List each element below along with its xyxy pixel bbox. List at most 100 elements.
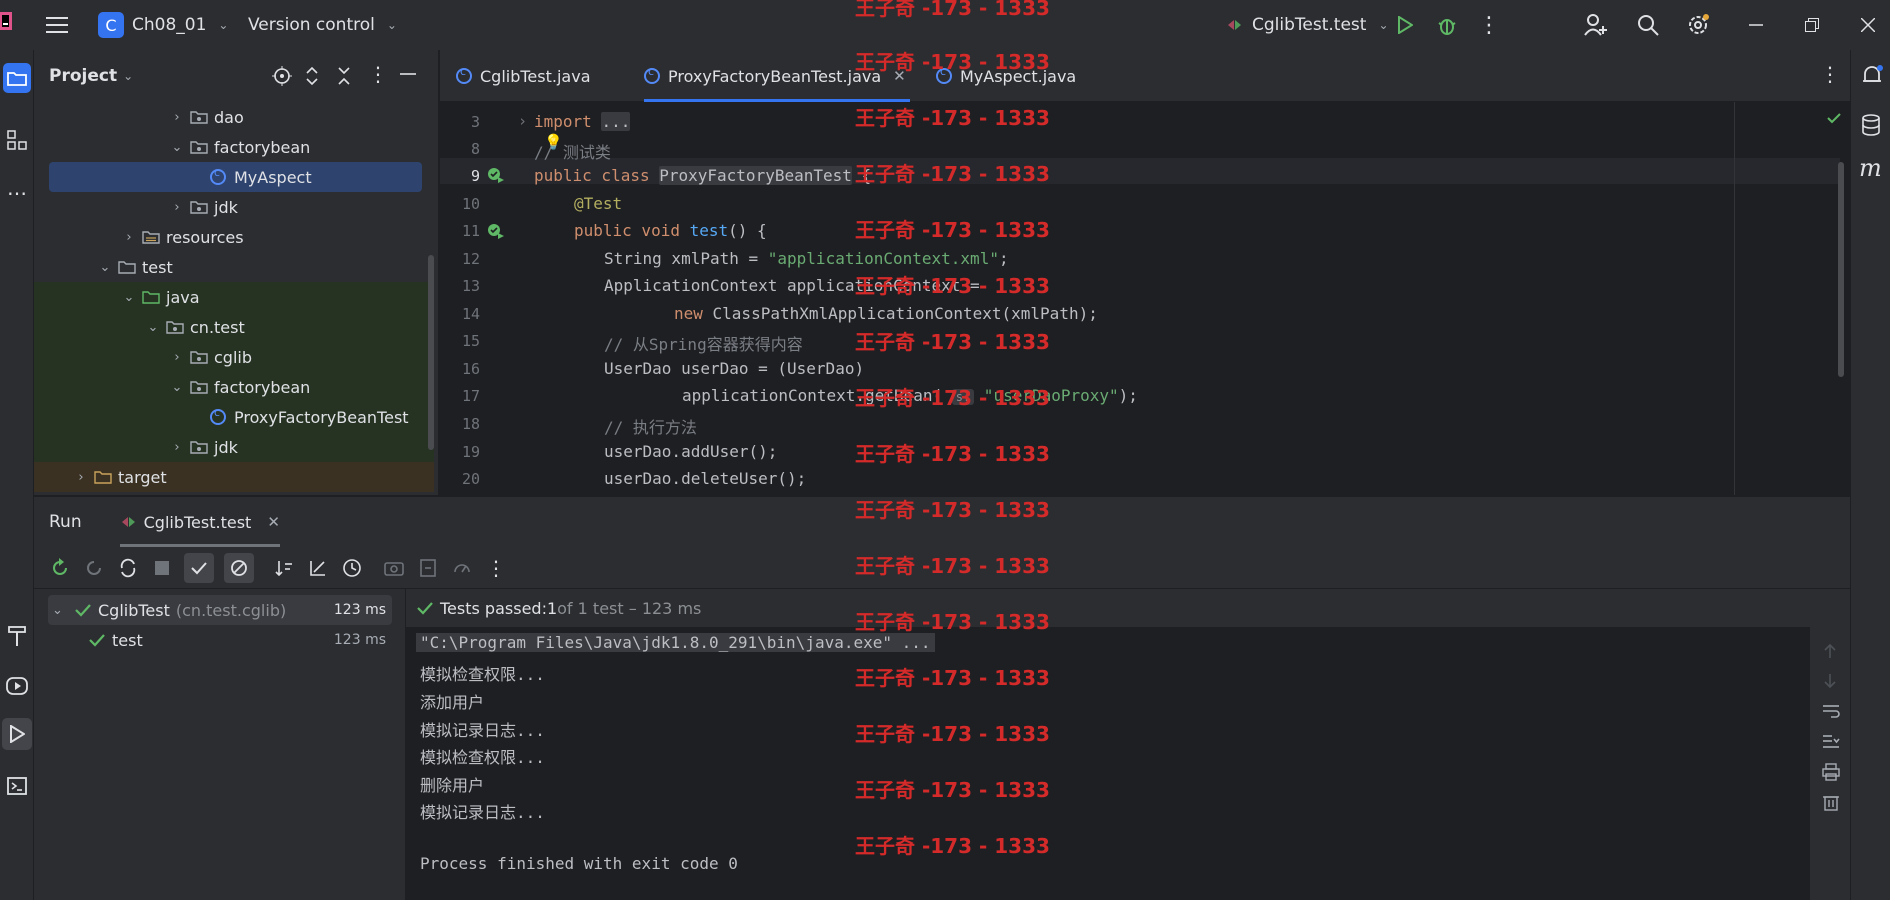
tree-item-myaspect[interactable]: MyAspect [49, 162, 422, 192]
up-arrow-icon[interactable] [1822, 643, 1838, 663]
test-case-row[interactable]: test 123 ms [48, 625, 392, 655]
chevron-right-icon[interactable]: › [170, 350, 184, 365]
more-tools-icon[interactable]: … [0, 168, 34, 208]
rerun-failed-icon[interactable] [82, 556, 106, 580]
run-test-gutter-icon[interactable] [486, 166, 506, 188]
run-config-selector[interactable]: CglibTest.test ⌄ [1220, 7, 1395, 43]
folder-icon [118, 261, 136, 274]
run-tool-icon[interactable] [0, 714, 34, 754]
tree-item-dao[interactable]: › dao [34, 102, 434, 132]
clear-trash-icon[interactable] [1822, 793, 1840, 815]
code-comment: // 从Spring容器获得内容 [604, 335, 803, 354]
package-icon [190, 351, 208, 364]
chevron-down-icon[interactable]: ⌄ [170, 380, 184, 395]
inspection-ok-check-icon[interactable] [1826, 110, 1842, 129]
chevron-right-icon[interactable]: › [170, 110, 184, 125]
tree-item-java[interactable]: ⌄ java [34, 282, 434, 312]
project-scrollbar[interactable] [428, 255, 434, 450]
run-test-gutter-icon[interactable] [486, 222, 506, 244]
export-icon[interactable] [416, 556, 440, 580]
tree-item-jdk[interactable]: › jdk [34, 192, 434, 222]
tree-item-factorybean[interactable]: ⌄ factorybean [34, 132, 434, 162]
chevron-down-icon[interactable]: ⌄ [123, 69, 133, 83]
test-suite-row[interactable]: ⌄ CglibTest (cn.test.cglib) 123 ms [48, 595, 392, 625]
hide-panel-icon[interactable] [400, 62, 416, 86]
intention-bulb-icon[interactable]: 💡 [544, 133, 563, 151]
stop-icon[interactable] [150, 556, 174, 580]
class-name: ProxyFactoryBeanTest [659, 166, 852, 185]
close-window-icon[interactable] [1850, 5, 1886, 45]
tree-item-resources[interactable]: › resources [34, 222, 434, 252]
sort-icon[interactable] [272, 556, 296, 580]
main-menu-icon[interactable] [42, 5, 72, 45]
tree-item-factorybean-test[interactable]: ⌄ factorybean [34, 372, 434, 402]
show-passed-check-icon[interactable] [184, 552, 214, 583]
line-number: 10 [461, 195, 480, 213]
more-options-icon[interactable]: ⋮ [484, 556, 508, 580]
build-icon[interactable] [0, 616, 34, 656]
project-selector[interactable]: C Ch08_01 ⌄ [92, 7, 234, 43]
soft-wrap-icon[interactable] [1822, 703, 1840, 723]
tree-item-test[interactable]: ⌄ test [34, 252, 434, 282]
chevron-right-icon[interactable]: › [74, 470, 88, 485]
tree-item-label: ProxyFactoryBeanTest [234, 407, 409, 427]
toggle-auto-test-icon[interactable] [116, 556, 140, 580]
more-actions-icon[interactable]: ⋮ [1474, 5, 1504, 45]
services-icon[interactable] [0, 666, 34, 706]
locate-icon[interactable] [272, 66, 292, 90]
code-editor[interactable]: 3 8 9 10 11 12 13 14 15 16 17 18 19 20 ›… [440, 102, 1850, 495]
collapse-all-icon[interactable] [336, 66, 352, 90]
fold-chevron-icon[interactable]: › [518, 112, 527, 130]
run-icon[interactable] [1390, 5, 1420, 45]
chevron-right-icon[interactable]: › [170, 440, 184, 455]
chevron-down-icon[interactable]: ⌄ [98, 260, 112, 275]
editor-scrollbar[interactable] [1838, 162, 1844, 377]
minimize-icon[interactable] [1738, 5, 1774, 45]
maven-icon[interactable]: m [1859, 154, 1882, 182]
history-clock-icon[interactable] [340, 556, 364, 580]
restore-icon[interactable] [1794, 5, 1830, 45]
import-tests-icon[interactable] [306, 556, 330, 580]
notifications-bell-icon[interactable] [1860, 64, 1884, 92]
tree-item-proxyfactorybeantest[interactable]: ProxyFactoryBeanTest [34, 402, 434, 432]
chevron-right-icon[interactable]: › [122, 230, 136, 245]
debug-icon[interactable] [1432, 5, 1462, 45]
options-icon[interactable]: ⋮ [368, 62, 388, 86]
chevron-down-icon[interactable]: ⌄ [52, 603, 68, 618]
code-text: ); [1118, 386, 1138, 405]
chevron-down-icon[interactable]: ⌄ [122, 290, 136, 305]
tree-item-cglib[interactable]: › cglib [34, 342, 434, 372]
structure-icon[interactable] [0, 120, 34, 160]
down-arrow-icon[interactable] [1822, 673, 1838, 693]
add-user-icon[interactable] [1580, 5, 1612, 45]
watermark-text: 王子奇 -173 - 1333 [855, 330, 1050, 354]
vcs-selector[interactable]: Version control ⌄ [242, 7, 403, 43]
chevron-right-icon[interactable]: › [170, 200, 184, 215]
coverage-icon[interactable] [450, 556, 474, 580]
show-ignored-icon[interactable] [224, 552, 254, 583]
chevron-down-icon[interactable]: ⌄ [170, 140, 184, 155]
run-window-title[interactable]: Run [49, 512, 82, 532]
tree-item-cn-test[interactable]: ⌄ cn.test [34, 312, 434, 342]
folded-imports[interactable]: ... [601, 112, 631, 131]
tree-item-jdk-test[interactable]: › jdk [34, 432, 434, 462]
terminal-icon[interactable] [0, 766, 34, 806]
project-tool-folder-icon[interactable] [0, 58, 34, 98]
print-icon[interactable] [1822, 763, 1840, 785]
screenshot-camera-icon[interactable] [382, 556, 406, 580]
expand-all-icon[interactable] [304, 66, 320, 90]
scroll-to-end-icon[interactable] [1822, 733, 1840, 753]
watermark-text: 王子奇 -173 - 1333 [855, 498, 1050, 522]
status-prefix: Tests passed: [440, 598, 547, 618]
database-icon[interactable] [1861, 114, 1881, 140]
rerun-icon[interactable] [48, 556, 72, 580]
settings-gear-icon[interactable] [1682, 5, 1714, 45]
tab-options-icon[interactable]: ⋮ [1820, 62, 1840, 86]
chevron-down-icon[interactable]: ⌄ [146, 320, 160, 335]
search-icon[interactable] [1632, 5, 1664, 45]
tab-run-config[interactable]: CglibTest.test ✕ [119, 497, 280, 547]
project-panel-title[interactable]: Project [49, 66, 117, 86]
close-tab-icon[interactable]: ✕ [267, 513, 280, 531]
tree-item-target[interactable]: › target [34, 462, 434, 492]
tab-cglibtest-java[interactable]: CglibTest.java [456, 50, 591, 102]
